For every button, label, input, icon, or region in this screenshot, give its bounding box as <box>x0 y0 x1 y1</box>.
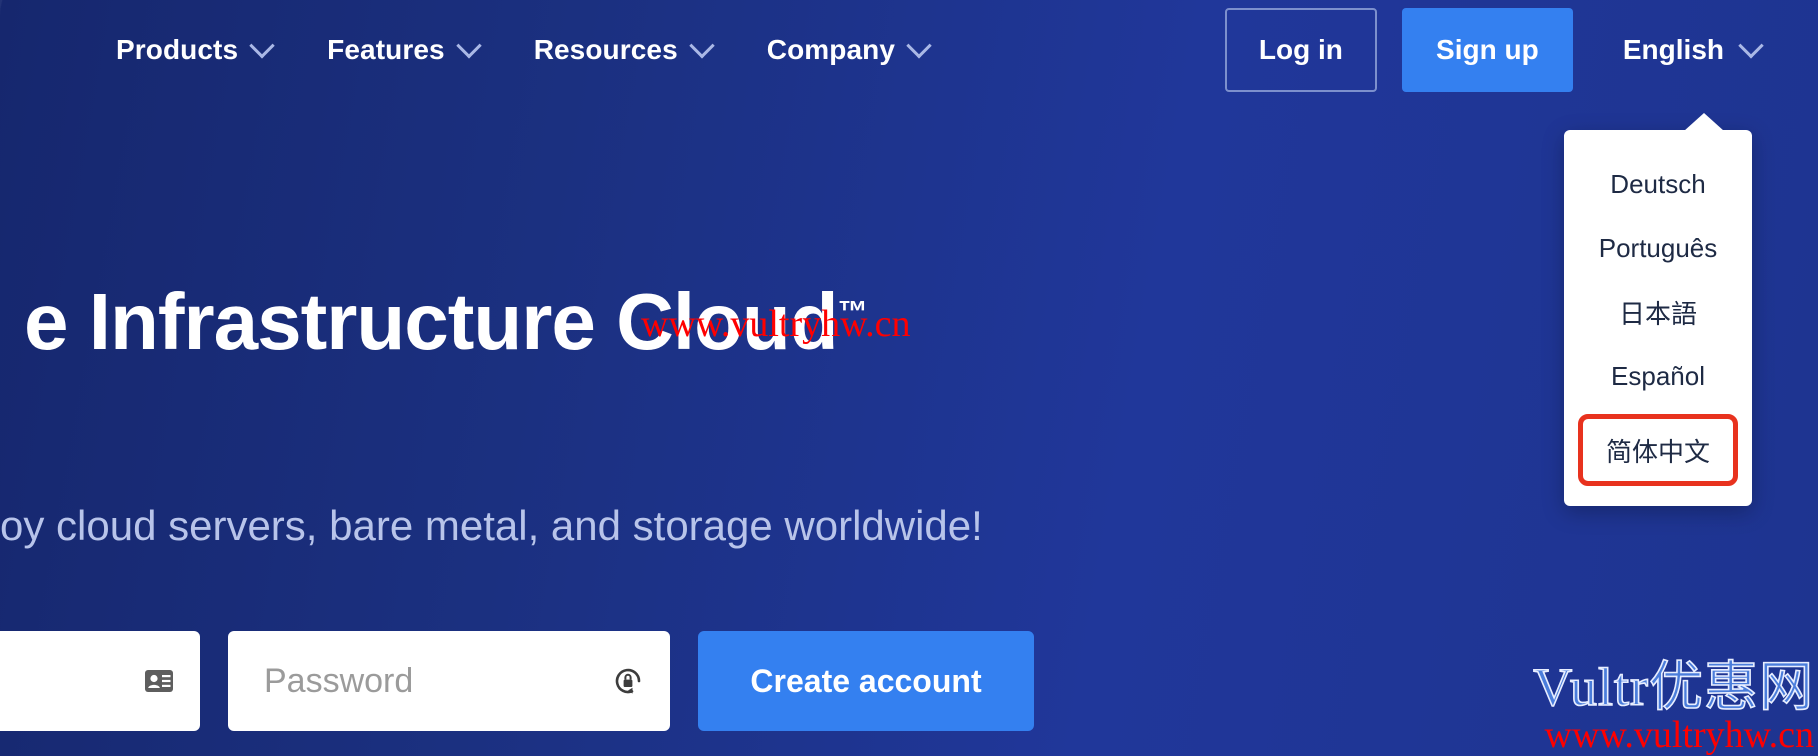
nav-links-group: Products Features Resources Company <box>88 20 956 80</box>
chevron-down-icon <box>455 33 482 59</box>
chevron-down-icon <box>689 33 715 59</box>
dropdown-caret-icon <box>1684 113 1724 131</box>
language-selector-label: English <box>1622 34 1724 65</box>
password-lock-icon[interactable] <box>612 665 644 697</box>
nav-item-label: Products <box>116 34 239 65</box>
watermark-hero-url: www.vultryhw.cn <box>641 303 911 345</box>
email-field[interactable] <box>0 631 200 731</box>
nav-item-resources[interactable]: Resources <box>506 20 739 80</box>
watermark-corner-url: www.vultryhw.cn <box>1544 714 1814 756</box>
contact-card-icon[interactable] <box>144 669 174 693</box>
language-option-simplified-chinese[interactable]: 简体中文 <box>1578 414 1738 486</box>
nav-item-company[interactable]: Company <box>739 20 956 80</box>
hero-page: Products Features Resources Company Log … <box>0 0 1818 756</box>
language-option-portugues[interactable]: Português <box>1564 216 1752 280</box>
watermark-corner: Vultr优惠网 www.vultryhw.cn <box>1532 657 1814 756</box>
chevron-down-icon <box>906 33 932 59</box>
nav-item-label: Resources <box>533 34 678 65</box>
nav-item-label: Features <box>327 34 445 65</box>
chevron-down-icon <box>249 33 275 59</box>
language-option-deutsch[interactable]: Deutsch <box>1564 152 1752 216</box>
top-navigation-bar: Products Features Resources Company Log … <box>0 0 1818 100</box>
page-subtitle: oy cloud servers, bare metal, and storag… <box>0 502 983 549</box>
login-button[interactable]: Log in <box>1224 8 1377 92</box>
nav-item-features[interactable]: Features <box>299 20 506 80</box>
signup-form: Password Create account <box>0 631 1034 731</box>
language-dropdown-menu: Deutsch Português 日本語 Español 简体中文 <box>1564 113 1752 506</box>
password-field-placeholder: Password <box>264 661 414 700</box>
nav-item-products[interactable]: Products <box>88 20 299 80</box>
chevron-down-icon <box>1738 33 1764 59</box>
language-option-espanol[interactable]: Español <box>1564 344 1752 408</box>
nav-actions-group: Log in Sign up English <box>1224 8 1818 92</box>
language-selector[interactable]: English <box>1622 33 1818 66</box>
signup-button[interactable]: Sign up <box>1401 8 1573 92</box>
nav-item-label: Company <box>766 34 896 65</box>
password-field[interactable]: Password <box>228 631 670 731</box>
create-account-button[interactable]: Create account <box>698 631 1034 731</box>
watermark-brand-text: Vultr优惠网 <box>1532 657 1814 717</box>
language-option-japanese[interactable]: 日本語 <box>1564 280 1752 344</box>
